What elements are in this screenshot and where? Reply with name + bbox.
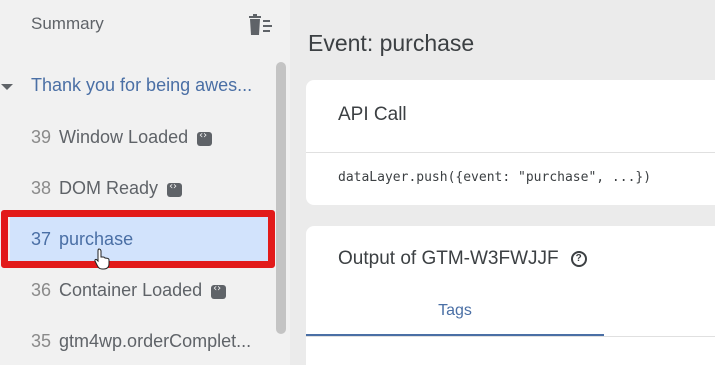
event-number: 35 xyxy=(31,330,52,351)
event-item-order-complete[interactable]: 35 gtm4wp.orderComplet... xyxy=(10,319,268,363)
code-badge-icon xyxy=(211,283,227,299)
event-number: 38 xyxy=(31,177,52,198)
page-title: Event: purchase xyxy=(308,30,475,56)
event-label: Window Loaded xyxy=(59,126,189,147)
output-heading: Output of GTM-W3FWJJF xyxy=(338,248,559,269)
event-label: DOM Ready xyxy=(59,177,159,198)
api-call-code: dataLayer.push({event: "purchase", ...}) xyxy=(338,170,652,185)
divider xyxy=(306,152,715,153)
chevron-down-icon[interactable] xyxy=(1,84,13,90)
divider xyxy=(306,336,715,337)
gtm-preview-window: Summary Thank you for being awes... 39 W… xyxy=(0,0,715,365)
event-item-dom-ready[interactable]: 38 DOM Ready xyxy=(10,166,268,210)
event-number: 39 xyxy=(31,126,52,147)
message-group[interactable]: Thank you for being awes... xyxy=(0,66,275,106)
code-badge-icon xyxy=(197,130,213,146)
output-heading-row: Output of GTM-W3FWJJF ? xyxy=(338,248,587,270)
output-card: Output of GTM-W3FWJJF ? Tags xyxy=(306,226,715,365)
event-item-container-loaded[interactable]: 36 Container Loaded xyxy=(10,268,268,312)
event-label: Container Loaded xyxy=(59,279,203,300)
tab-tags[interactable]: Tags xyxy=(306,290,604,336)
api-call-heading: API Call xyxy=(338,104,407,125)
main-panel: Event: purchase API Call dataLayer.push(… xyxy=(290,0,715,365)
sidebar-scrollbar[interactable] xyxy=(276,62,286,334)
delete-icon[interactable] xyxy=(248,14,274,36)
event-label: gtm4wp.orderComplet... xyxy=(59,330,252,351)
event-item-window-loaded[interactable]: 39 Window Loaded xyxy=(10,115,268,159)
code-badge-icon xyxy=(167,181,183,197)
sidebar: Summary Thank you for being awes... 39 W… xyxy=(0,0,290,365)
summary-title[interactable]: Summary xyxy=(31,14,104,34)
api-call-card: API Call dataLayer.push({event: "purchas… xyxy=(306,80,715,205)
group-label: Thank you for being awes... xyxy=(31,75,253,95)
hand-cursor-icon xyxy=(94,248,112,275)
highlight-annotation xyxy=(1,210,275,268)
event-number: 36 xyxy=(31,279,52,300)
help-icon[interactable]: ? xyxy=(570,251,587,267)
